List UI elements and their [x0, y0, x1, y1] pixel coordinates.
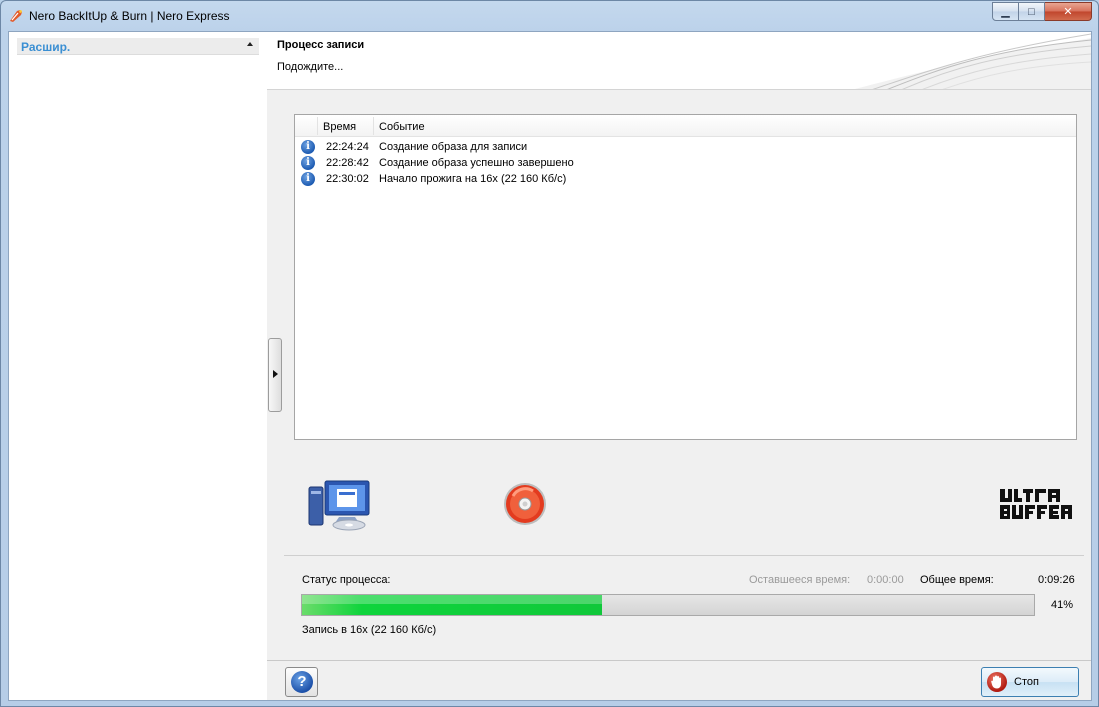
help-button[interactable]: ?	[285, 667, 318, 697]
decorative-waves	[854, 33, 1091, 89]
process-status-label: Статус процесса:	[302, 574, 391, 586]
stop-button-label: Стоп	[1014, 676, 1039, 688]
nero-app-icon	[10, 10, 22, 22]
log-time: 22:28:42	[326, 157, 369, 169]
info-icon: i	[301, 140, 315, 154]
sidebar-toggle-handle[interactable]	[268, 338, 282, 412]
log-event: Создание образа успешно завершено	[379, 157, 574, 169]
computer-source-icon	[308, 480, 370, 531]
remaining-time-label: Оставшееся время:	[749, 574, 851, 586]
log-header: Время Событие	[295, 115, 1076, 137]
app-window: Nero BackItUp & Burn | Nero Express ▁ □ …	[0, 0, 1099, 707]
ultrabuffer-logo	[1000, 489, 1072, 519]
minimize-button[interactable]: ▁	[992, 2, 1019, 21]
event-log[interactable]: Время Событие i 22:24:24 Создание образа…	[294, 114, 1077, 440]
page-subtitle: Подождите...	[277, 61, 344, 73]
sidebar: Расшир.	[9, 32, 267, 700]
burning-disc-icon	[504, 483, 546, 525]
window-title: Nero BackItUp & Burn | Nero Express	[29, 9, 230, 23]
log-time: 22:30:02	[326, 173, 369, 185]
window-client-area: Расшир. Процесс записи Подождите... Врем	[8, 31, 1092, 701]
divider	[284, 555, 1084, 556]
close-icon: ✕	[1063, 6, 1073, 18]
log-event: Создание образа для записи	[379, 141, 528, 153]
sidebar-advanced-header[interactable]: Расшир.	[17, 38, 259, 55]
maximize-button[interactable]: □	[1019, 2, 1045, 21]
help-icon: ?	[291, 671, 313, 693]
info-icon: i	[301, 172, 315, 186]
column-separator	[317, 117, 318, 135]
maximize-icon: □	[1028, 5, 1035, 18]
close-button[interactable]: ✕	[1045, 2, 1092, 21]
stop-hand-icon	[987, 672, 1007, 692]
log-row[interactable]: i 22:30:02 Начало прожига на 16x (22 160…	[295, 171, 1076, 187]
log-event: Начало прожига на 16x (22 160 Кб/с)	[379, 173, 567, 185]
expand-arrow-icon	[273, 370, 278, 378]
remaining-time-value: 0:00:00	[867, 574, 904, 586]
sidebar-header-label: Расшир.	[21, 40, 71, 54]
progress-fill	[302, 595, 603, 615]
minimize-icon: ▁	[1001, 6, 1010, 18]
collapse-arrow-icon[interactable]	[247, 42, 253, 46]
write-status-text: Запись в 16x (22 160 Кб/с)	[302, 624, 437, 636]
stop-button[interactable]: Стоп	[981, 667, 1079, 697]
column-header-event[interactable]: Событие	[379, 121, 425, 133]
footer-divider	[267, 660, 1091, 661]
total-time-label: Общее время:	[920, 574, 994, 586]
burn-progress-bar	[301, 594, 1035, 616]
info-icon: i	[301, 156, 315, 170]
page-title: Процесс записи	[277, 39, 365, 51]
title-bar[interactable]: Nero BackItUp & Burn | Nero Express ▁ □ …	[1, 1, 1098, 31]
log-row[interactable]: i 22:24:24 Создание образа для записи	[295, 139, 1076, 155]
column-separator	[373, 117, 374, 135]
column-header-time[interactable]: Время	[323, 121, 356, 133]
progress-percent: 41%	[1051, 599, 1074, 611]
log-row[interactable]: i 22:28:42 Создание образа успешно завер…	[295, 155, 1076, 171]
window-controls: ▁ □ ✕	[992, 2, 1092, 21]
total-time-value: 0:09:26	[1038, 574, 1075, 586]
page-header: Процесс записи Подождите...	[267, 32, 1091, 90]
log-time: 22:24:24	[326, 141, 369, 153]
